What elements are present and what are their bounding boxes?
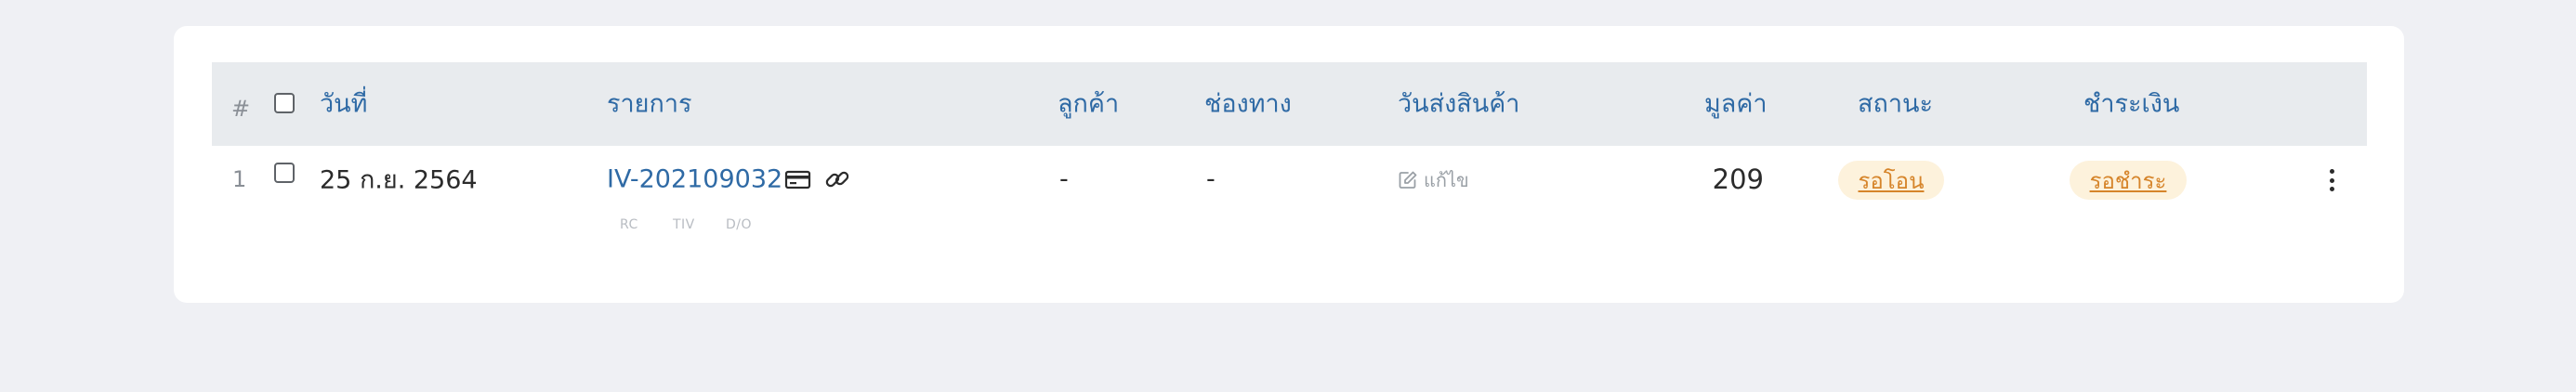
row-amount: 209 — [1712, 163, 1764, 195]
payment-badge-label: รอชำระ — [2089, 167, 2167, 194]
status-badge-label: รอโอน — [1858, 167, 1925, 194]
more-vertical-icon[interactable] — [2321, 165, 2342, 195]
header-amount[interactable]: มูลค่า — [1704, 84, 1768, 124]
header-item[interactable]: รายการ — [607, 84, 692, 124]
status-badge[interactable]: รอโอน — [1838, 161, 1944, 200]
header-payment[interactable]: ชำระเงิน — [2083, 84, 2179, 124]
sub-tag-do[interactable]: D/O — [726, 217, 752, 232]
header-ship-date[interactable]: วันส่งสินค้า — [1398, 84, 1519, 124]
row-customer: - — [1059, 164, 1069, 194]
select-all-checkbox[interactable] — [274, 93, 295, 113]
sub-tag-tiv[interactable]: TIV — [673, 217, 695, 232]
sub-tag-rc[interactable]: RC — [620, 217, 638, 232]
edit-icon — [1399, 171, 1417, 189]
edit-label: แก้ไข — [1424, 169, 1469, 191]
row-date: 25 ก.ย. 2564 — [320, 165, 478, 195]
header-index: # — [231, 96, 251, 122]
credit-card-icon[interactable] — [784, 165, 812, 193]
header-date[interactable]: วันที่ — [320, 84, 367, 124]
link-icon[interactable] — [823, 165, 851, 193]
header-status[interactable]: สถานะ — [1858, 84, 1933, 124]
row-channel: - — [1206, 164, 1216, 194]
row-checkbox[interactable] — [274, 163, 295, 183]
row-index: 1 — [232, 166, 247, 192]
header-channel[interactable]: ช่องทาง — [1204, 84, 1292, 124]
invoice-link[interactable]: IV-202109032 — [607, 165, 782, 194]
payment-badge[interactable]: รอชำระ — [2070, 161, 2187, 200]
header-customer[interactable]: ลูกค้า — [1058, 84, 1119, 124]
ship-date-edit-button[interactable]: แก้ไข — [1398, 165, 1469, 195]
